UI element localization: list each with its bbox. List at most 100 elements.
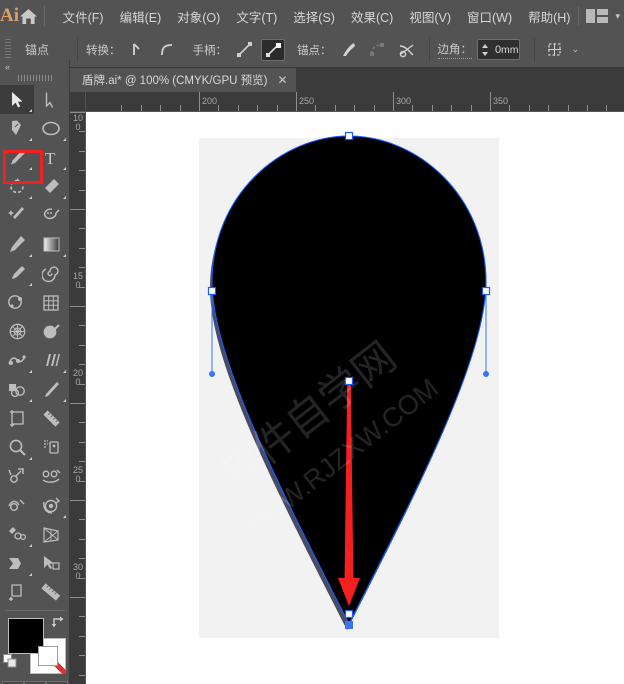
lasso-tool[interactable] [34, 201, 68, 230]
stroke-swatch-inner [38, 646, 58, 666]
menu-help[interactable]: 帮助(H) [520, 3, 578, 30]
eraser-tool[interactable] [34, 172, 68, 201]
cb-divider-2 [429, 38, 430, 62]
connect-anchor-icon[interactable] [366, 39, 390, 61]
control-bar-grip[interactable] [5, 39, 11, 61]
ruler-origin-corner[interactable] [70, 92, 86, 112]
warp-tool[interactable] [34, 462, 68, 491]
home-icon[interactable] [19, 8, 38, 25]
tool-panel-grip[interactable] [18, 75, 52, 81]
chevron-down-icon[interactable]: ▾ [615, 11, 620, 22]
magic-wand-tool[interactable] [0, 201, 34, 230]
corner-radius-field[interactable]: mm [477, 39, 520, 60]
tool-grid: T [0, 85, 69, 607]
width-tool[interactable] [0, 491, 34, 520]
arrange-documents-icon[interactable] [586, 8, 608, 24]
tool-flyout-marker [63, 138, 66, 141]
close-icon[interactable]: ✕ [278, 74, 288, 86]
free-transform-tool[interactable] [34, 433, 68, 462]
menu-edit[interactable]: 编辑(E) [112, 3, 170, 30]
fill-stroke-controls [0, 614, 70, 678]
artboard-add-tool[interactable] [0, 578, 34, 607]
menu-type[interactable]: 文字(T) [228, 3, 285, 30]
ruler-h-label: 350 [493, 97, 508, 106]
anchors-label: 锚点： [297, 42, 332, 58]
canvas-area[interactable]: 软件自学网 WWW.RJZXW.COM [86, 112, 624, 684]
cb-divider-1 [77, 38, 78, 62]
tool-flyout-marker [29, 254, 32, 257]
ruler-tool[interactable] [34, 578, 68, 607]
handle-dot-right[interactable] [483, 371, 489, 377]
measure-tool[interactable] [34, 404, 68, 433]
direct-selection-tool[interactable] [34, 85, 68, 114]
rotate-3d-tool[interactable] [34, 491, 68, 520]
anchor-point-bottom[interactable] [346, 611, 353, 618]
document-tab[interactable]: 盾牌.ai* @ 100% (CMYK/GPU 预览) ✕ [70, 68, 296, 92]
type-tool[interactable]: T [34, 143, 68, 172]
pencil-tool[interactable] [0, 230, 34, 259]
ruler-v-label: 100 [73, 114, 83, 131]
align-panel-icon[interactable] [543, 39, 567, 61]
anchor-point-right[interactable] [483, 288, 490, 295]
menu-object[interactable]: 对象(O) [169, 3, 228, 30]
blend-tool[interactable] [0, 288, 34, 317]
horizontal-ruler[interactable]: 200 250 300 350 [86, 92, 624, 112]
pen-tool[interactable] [0, 114, 34, 143]
perspective-grid-tool[interactable] [34, 520, 68, 549]
tool-flyout-marker [29, 283, 32, 286]
tool-flyout-marker [63, 515, 66, 518]
selection-tool[interactable] [0, 85, 34, 114]
tool-flyout-marker [29, 109, 32, 112]
corner-label: 边角： [438, 41, 473, 59]
artboard-tool[interactable] [0, 404, 34, 433]
hide-handles-icon[interactable] [261, 39, 285, 61]
convert-to-smooth-icon[interactable] [155, 39, 179, 61]
anchor-point-bottom-selected[interactable] [345, 621, 353, 629]
handle-dot-left[interactable] [209, 371, 215, 377]
cut-path-icon[interactable] [395, 39, 419, 61]
menu-view[interactable]: 视图(V) [401, 3, 459, 30]
corner-stepper[interactable] [480, 42, 492, 58]
convert-to-corner-icon[interactable] [126, 39, 150, 61]
grid-tool[interactable] [34, 288, 68, 317]
tool-flyout-marker [29, 138, 32, 141]
gradient-tool[interactable] [34, 230, 68, 259]
column-graph-tool[interactable] [34, 346, 68, 375]
anchor-point-left[interactable] [209, 288, 216, 295]
collapse-panel-icon[interactable]: « [0, 60, 69, 72]
shape-builder-tool[interactable] [34, 317, 68, 346]
symbol-sprayer-tool[interactable] [0, 346, 34, 375]
tool-flyout-marker [29, 544, 32, 547]
menu-file[interactable]: 文件(F) [55, 3, 112, 30]
mesh-tool[interactable] [0, 317, 34, 346]
tool-flyout-marker [29, 167, 32, 170]
eyedropper-tool[interactable] [0, 259, 34, 288]
swap-fill-stroke-icon[interactable] [51, 615, 66, 634]
anchor-point-top[interactable] [346, 133, 353, 140]
convert-label: 转换： [86, 42, 121, 58]
menu-effect[interactable]: 效果(C) [343, 3, 401, 30]
default-fill-stroke-icon[interactable] [3, 654, 18, 674]
vertical-ruler[interactable]: 100 150 200 250 300 [70, 112, 86, 684]
perspective-selection-tool[interactable] [34, 549, 68, 578]
ellipse-shape-tool[interactable] [34, 114, 68, 143]
anchors-group: 锚点： [297, 39, 419, 61]
remove-anchor-icon[interactable] [337, 39, 361, 61]
anchor-point-center[interactable] [346, 378, 353, 385]
menu-window[interactable]: 窗口(W) [459, 3, 520, 30]
slice-tool[interactable] [0, 375, 34, 404]
zoom-tool[interactable] [0, 433, 34, 462]
tool-flyout-marker [29, 457, 32, 460]
knife-tool[interactable] [34, 375, 68, 404]
align-chevron-down-icon[interactable]: ⌄ [572, 44, 580, 55]
show-handles-icon[interactable] [232, 39, 256, 61]
paintbrush-tool[interactable] [0, 143, 34, 172]
svg-text:T: T [45, 149, 56, 167]
spiral-tool[interactable] [34, 259, 68, 288]
rotate-tool[interactable] [0, 172, 34, 201]
corner-group: 边角： mm [438, 39, 520, 60]
menu-select[interactable]: 选择(S) [285, 3, 343, 30]
puppet-warp-tool[interactable] [0, 549, 34, 578]
live-paint-bucket-tool[interactable] [0, 520, 34, 549]
scale-tool[interactable] [0, 462, 34, 491]
